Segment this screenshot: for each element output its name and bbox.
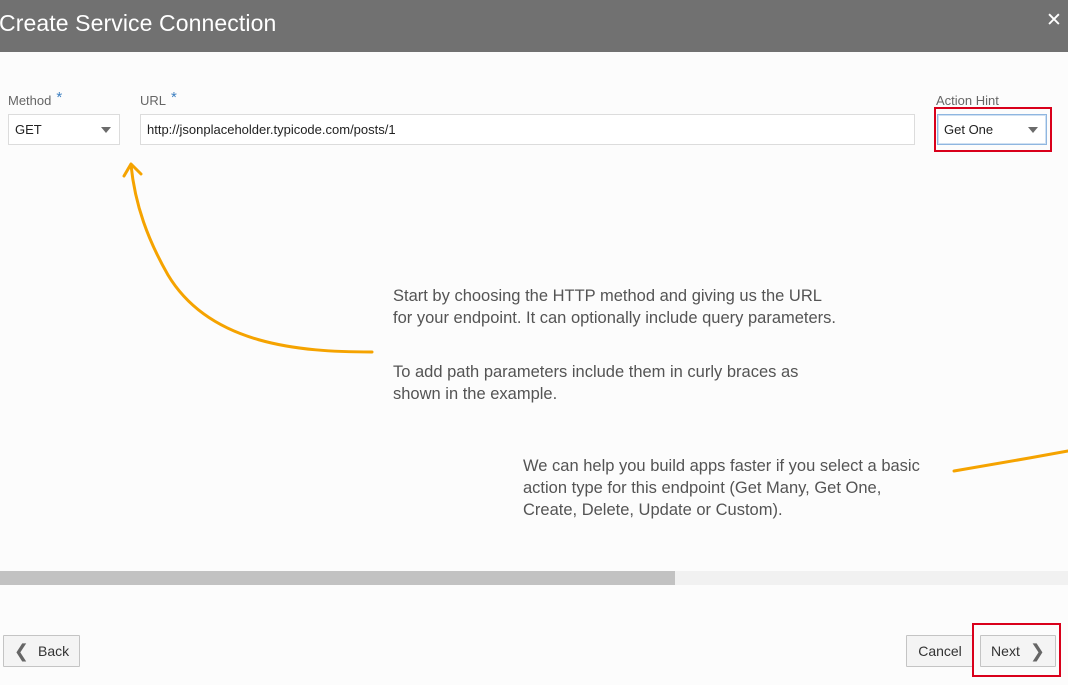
action-guide-arrow <box>952 449 1068 473</box>
back-button[interactable]: ❮ Back <box>3 635 80 667</box>
url-help-text: Start by choosing the HTTP method and gi… <box>393 287 837 327</box>
cancel-button[interactable]: Cancel <box>906 635 974 667</box>
scrollbar-thumb[interactable] <box>0 571 675 585</box>
path-params-help-text: To add path parameters include them in c… <box>393 363 799 403</box>
back-button-label: Back <box>37 643 70 659</box>
chevron-left-icon: ❮ <box>13 641 29 661</box>
next-button-highlight <box>972 623 1061 677</box>
url-guide-arrow <box>129 163 374 354</box>
cancel-button-label: Cancel <box>918 643 962 659</box>
action-hint-help-text: We can help you build apps faster if you… <box>523 457 920 519</box>
